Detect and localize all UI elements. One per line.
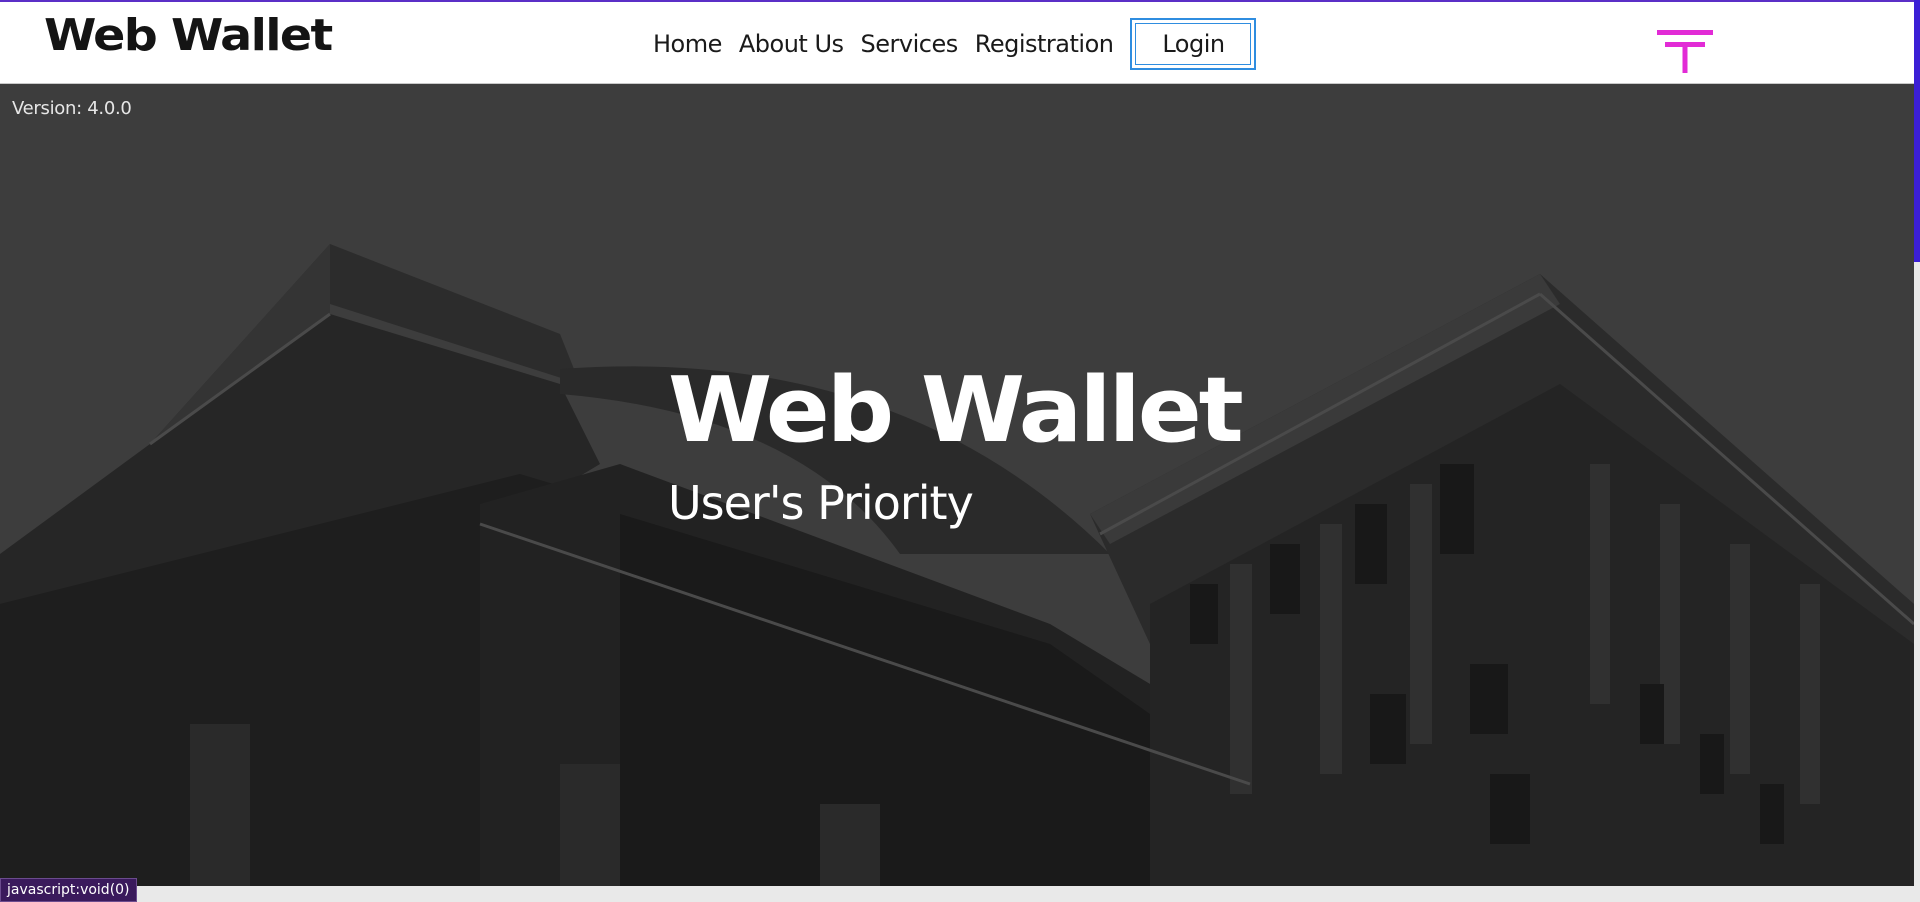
main-nav: Home About Us Services Registration Logi… xyxy=(653,18,1257,70)
nav-registration-link[interactable]: Registration xyxy=(975,18,1114,70)
nav-about-us-link[interactable]: About Us xyxy=(739,18,844,70)
brand-logo-text[interactable]: Web Wallet xyxy=(44,10,333,61)
version-label: Version: 4.0.0 xyxy=(12,98,132,119)
status-bar-url: javascript:void(0) xyxy=(0,878,137,902)
hero-subtitle: User's Priority xyxy=(668,476,974,530)
hero-section: Version: 4.0.0 Web Wallet User's Priorit… xyxy=(0,84,1914,886)
login-button[interactable]: Login xyxy=(1130,18,1257,70)
hero-title: Web Wallet xyxy=(668,358,1244,463)
scroll-indicator[interactable] xyxy=(1914,0,1920,262)
page: Web Wallet Home About Us Services Regist… xyxy=(0,0,1920,902)
yen-symbol-icon xyxy=(1657,30,1713,73)
horizontal-scrollbar[interactable] xyxy=(0,886,1920,902)
nav-services-link[interactable]: Services xyxy=(861,18,959,70)
nav-home-link[interactable]: Home xyxy=(653,18,722,70)
top-navbar: Web Wallet Home About Us Services Regist… xyxy=(0,0,1914,84)
